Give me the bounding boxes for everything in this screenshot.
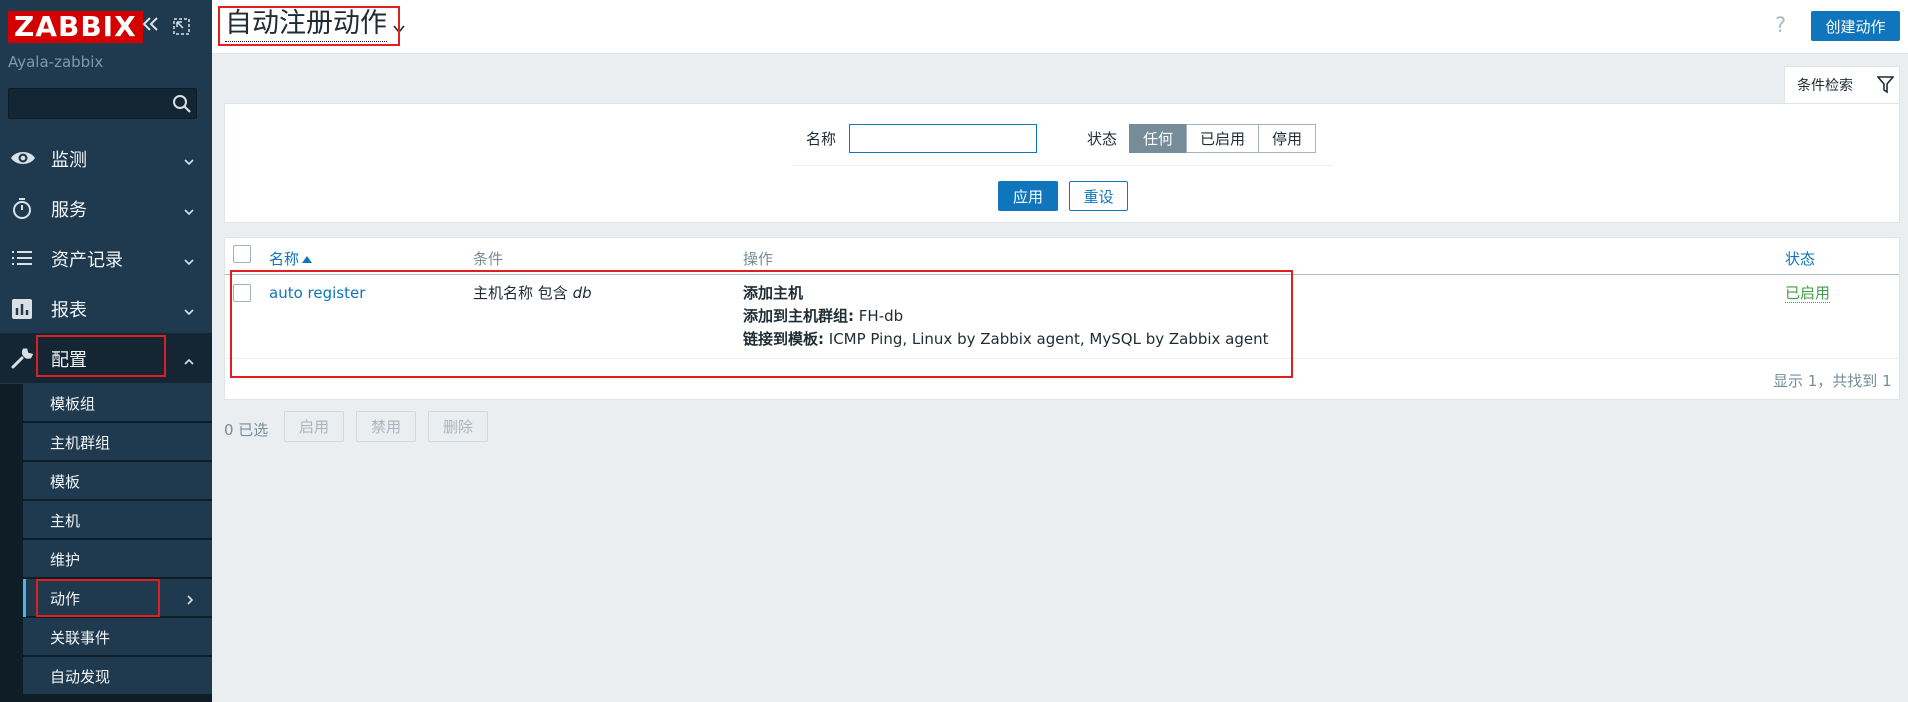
column-header-status[interactable]: 状态 — [1785, 248, 1815, 269]
reset-button[interactable]: 重设 — [1069, 181, 1128, 211]
submenu-item-event-correlation[interactable]: 关联事件 — [23, 618, 212, 656]
page-header: 自动注册动作 ? 创建动作 — [212, 0, 1908, 54]
bar-chart-icon — [10, 297, 34, 319]
column-header-conditions: 条件 — [473, 250, 504, 268]
conditions-cell: 主机名称 包含 db — [473, 282, 592, 305]
status-toggle-link[interactable]: 已启用 — [1785, 284, 1831, 303]
menu-label: 资产记录 — [51, 250, 123, 271]
kiosk-mode-icon[interactable] — [173, 18, 190, 35]
menu-label: 监测 — [51, 150, 87, 171]
condition-value: db — [572, 284, 592, 302]
chevron-down-icon — [183, 203, 195, 216]
submenu-label: 维护 — [50, 551, 81, 569]
menu-item-reports[interactable]: 报表 — [0, 283, 212, 333]
submenu-label: 主机群组 — [50, 434, 111, 452]
operation-label: 添加到主机群组: — [743, 307, 854, 325]
row-checkbox[interactable] — [233, 284, 251, 302]
stopwatch-icon — [10, 197, 34, 219]
chevron-up-icon — [183, 353, 195, 365]
status-cell: 已启用 — [1785, 282, 1831, 305]
filter-tab[interactable]: 条件检索 — [1784, 66, 1900, 104]
menu-label: 报表 — [51, 300, 87, 321]
action-name-link[interactable]: auto register — [269, 284, 365, 302]
status-option-enabled[interactable]: 已启用 — [1186, 124, 1260, 153]
submenu-label: 模板 — [50, 473, 81, 491]
menu-item-services[interactable]: 服务 — [0, 183, 212, 233]
filter-icon — [1876, 75, 1895, 94]
operation-label: 添加主机 — [743, 284, 804, 302]
page-title[interactable]: 自动注册动作 — [225, 7, 387, 42]
submenu-item-host-groups[interactable]: 主机群组 — [23, 423, 212, 461]
sort-asc-icon — [302, 256, 313, 263]
help-icon[interactable]: ? — [1775, 13, 1786, 37]
actions-table: 名称 条件 操作 状态 auto register 主机名称 包含 db 添加主… — [224, 237, 1900, 400]
disable-button[interactable]: 禁用 — [356, 411, 416, 442]
configuration-submenu: 模板组 主机群组 模板 主机 维护 动作 关联事件 自动发现 — [0, 384, 212, 702]
submenu-item-hosts[interactable]: 主机 — [23, 501, 212, 539]
status-option-disabled[interactable]: 停用 — [1258, 124, 1317, 153]
column-header-name-label: 名称 — [269, 250, 300, 268]
status-segmented-control: 任何 已启用 停用 — [1129, 124, 1317, 153]
submenu-label: 自动发现 — [50, 668, 111, 686]
divider — [225, 358, 1899, 359]
menu-label: 配置 — [51, 350, 87, 371]
chevron-down-icon — [183, 253, 195, 266]
list-icon — [10, 247, 34, 269]
sidebar-search-input[interactable] — [8, 88, 197, 119]
column-header-name[interactable]: 名称 — [269, 248, 313, 269]
divider — [225, 274, 1899, 275]
submenu-label: 动作 — [50, 590, 81, 608]
delete-button[interactable]: 删除 — [428, 411, 488, 442]
submenu-item-template-groups[interactable]: 模板组 — [23, 384, 212, 422]
chevron-down-icon[interactable] — [392, 20, 406, 34]
collapse-sidebar-icon[interactable] — [140, 13, 162, 39]
select-all-checkbox[interactable] — [233, 245, 251, 263]
enable-button[interactable]: 启用 — [284, 411, 344, 442]
operation-label: 链接到模板: — [743, 330, 824, 348]
search-icon[interactable] — [171, 93, 193, 115]
operation-value: FH-db — [858, 307, 904, 325]
name-filter-input[interactable] — [849, 124, 1037, 153]
name-filter-label: 名称 — [806, 130, 837, 148]
submenu-label: 主机 — [50, 512, 81, 530]
eye-icon — [10, 147, 35, 169]
submenu-item-discovery[interactable]: 自动发现 — [23, 657, 212, 695]
submenu-item-templates[interactable]: 模板 — [23, 462, 212, 500]
menu-item-inventory[interactable]: 资产记录 — [0, 233, 212, 283]
selected-count: 0 已选 — [224, 421, 269, 439]
chevron-right-icon — [185, 592, 195, 605]
zabbix-logo[interactable]: ZABBIX — [8, 11, 143, 43]
paging-info: 显示 1，共找到 1 — [1773, 372, 1892, 390]
submenu-label: 模板组 — [50, 395, 96, 413]
chevron-down-icon — [183, 303, 195, 316]
column-header-operations: 操作 — [743, 250, 774, 268]
status-filter-label: 状态 — [1087, 130, 1118, 148]
condition-text: 主机名称 包含 — [473, 284, 568, 302]
menu-item-monitoring[interactable]: 监测 — [0, 133, 212, 183]
operations-cell: 添加主机 添加到主机群组: FH-db 链接到模板: ICMP Ping, Li… — [743, 282, 1269, 351]
submenu-item-maintenance[interactable]: 维护 — [23, 540, 212, 578]
divider — [793, 165, 1333, 166]
operation-value: ICMP Ping, Linux by Zabbix agent, MySQL … — [828, 330, 1269, 348]
wrench-icon — [10, 347, 34, 369]
submenu-label: 关联事件 — [50, 629, 111, 647]
apply-button[interactable]: 应用 — [998, 181, 1058, 211]
menu-label: 服务 — [51, 200, 87, 221]
sidebar: ZABBIX Ayala-zabbix 监测 服务 资产记录 报表 配置 模板组… — [0, 0, 212, 702]
filter-panel: 名称 状态 任何 已启用 停用 应用 重设 — [224, 103, 1900, 223]
status-option-any[interactable]: 任何 — [1129, 124, 1188, 153]
submenu-item-actions[interactable]: 动作 — [23, 579, 212, 617]
chevron-down-icon — [183, 153, 195, 166]
menu-item-configuration[interactable]: 配置 — [0, 333, 212, 383]
action-name-cell: auto register — [269, 282, 365, 305]
server-name: Ayala-zabbix — [8, 53, 104, 71]
create-action-button[interactable]: 创建动作 — [1811, 11, 1900, 41]
filter-tab-label: 条件检索 — [1797, 78, 1853, 94]
